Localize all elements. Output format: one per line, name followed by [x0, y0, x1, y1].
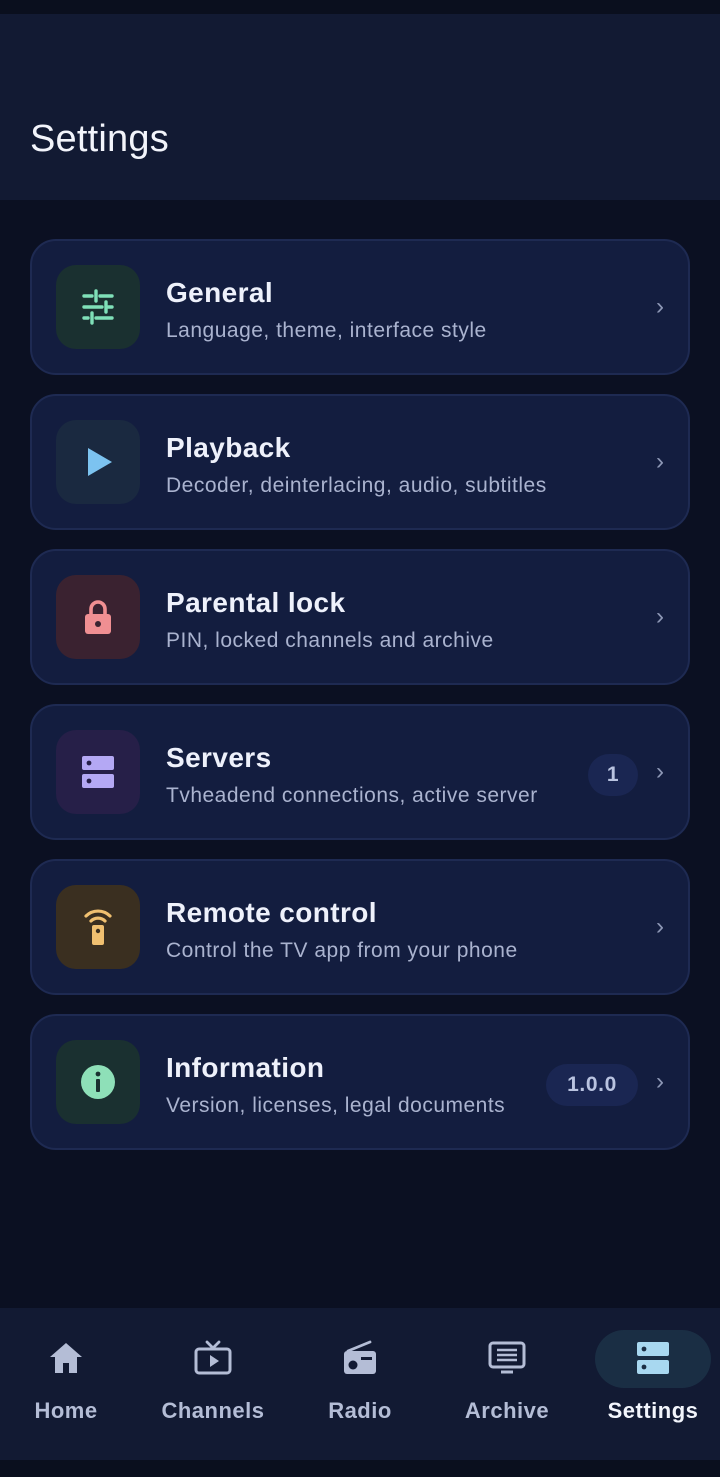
general-icon-box: [56, 265, 140, 349]
settings-item-subtitle: Tvheadend connections, active server: [166, 784, 538, 807]
settings-item-general[interactable]: General Language, theme, interface style…: [30, 239, 690, 375]
settings-item-title: Servers: [166, 742, 272, 773]
settings-item-title: Information: [166, 1052, 325, 1083]
settings-item-subtitle: Control the TV app from your phone: [166, 939, 518, 962]
nav-label: Archive: [464, 1398, 550, 1423]
nav-label: Settings: [607, 1398, 699, 1423]
settings-item-subtitle: Decoder, deinterlacing, audio, subtitles: [166, 474, 547, 497]
settings-item-information[interactable]: Information Version, licenses, legal doc…: [30, 1014, 690, 1150]
info-icon: [81, 1065, 115, 1099]
chevron-right-icon: ›: [656, 913, 664, 940]
settings-item-title: Remote control: [166, 897, 377, 928]
status-bar: [0, 0, 720, 14]
server-icon: [82, 756, 114, 788]
information-icon-box: [56, 1040, 140, 1124]
settings-list: General Language, theme, interface style…: [30, 239, 690, 1169]
settings-item-remote-control[interactable]: Remote control Control the TV app from y…: [30, 859, 690, 995]
home-icon: [50, 1343, 82, 1373]
settings-item-title: General: [166, 277, 274, 308]
sliders-icon: [82, 289, 114, 325]
settings-item-title: Playback: [166, 432, 291, 463]
archive-icon: [488, 1341, 526, 1374]
chevron-right-icon: ›: [656, 758, 664, 785]
lock-icon: [85, 600, 111, 634]
nav-item-settings[interactable]: Settings: [581, 1308, 720, 1460]
chevron-right-icon: ›: [656, 293, 664, 320]
settings-item-subtitle: PIN, locked channels and archive: [166, 629, 494, 652]
remote-control-icon-box: [56, 885, 140, 969]
servers-count-badge: 1: [588, 754, 638, 796]
remote-icon: [84, 909, 112, 945]
nav-label: Home: [34, 1398, 98, 1423]
radio-icon: [344, 1340, 376, 1374]
parental-lock-icon-box: [56, 575, 140, 659]
tv-icon: [194, 1340, 232, 1375]
settings-item-servers[interactable]: Servers Tvheadend connections, active se…: [30, 704, 690, 840]
chevron-right-icon: ›: [656, 1068, 664, 1095]
playback-icon-box: [56, 420, 140, 504]
nav-label: Channels: [161, 1398, 265, 1423]
nav-label: Radio: [328, 1398, 392, 1423]
chevron-right-icon: ›: [656, 448, 664, 475]
play-icon: [88, 448, 112, 476]
settings-item-parental-lock[interactable]: Parental lock PIN, locked channels and a…: [30, 549, 690, 685]
nav-item-radio[interactable]: Radio: [288, 1308, 432, 1460]
servers-icon-box: [56, 730, 140, 814]
settings-item-title: Parental lock: [166, 587, 346, 618]
app-bar: Settings: [0, 14, 720, 200]
server-icon: [637, 1342, 669, 1374]
settings-item-subtitle: Language, theme, interface style: [166, 319, 487, 342]
page-title: Settings: [30, 118, 169, 160]
settings-item-subtitle: Version, licenses, legal documents: [166, 1094, 506, 1117]
system-navigation-bar: [0, 1460, 720, 1477]
version-badge: 1.0.0: [546, 1064, 638, 1106]
chevron-right-icon: ›: [656, 603, 664, 630]
nav-item-home[interactable]: Home: [0, 1308, 138, 1460]
nav-item-archive[interactable]: Archive: [435, 1308, 579, 1460]
bottom-navigation: Home Channels Radio Archive Settings: [0, 1308, 720, 1460]
settings-item-playback[interactable]: Playback Decoder, deinterlacing, audio, …: [30, 394, 690, 530]
nav-item-channels[interactable]: Channels: [141, 1308, 285, 1460]
